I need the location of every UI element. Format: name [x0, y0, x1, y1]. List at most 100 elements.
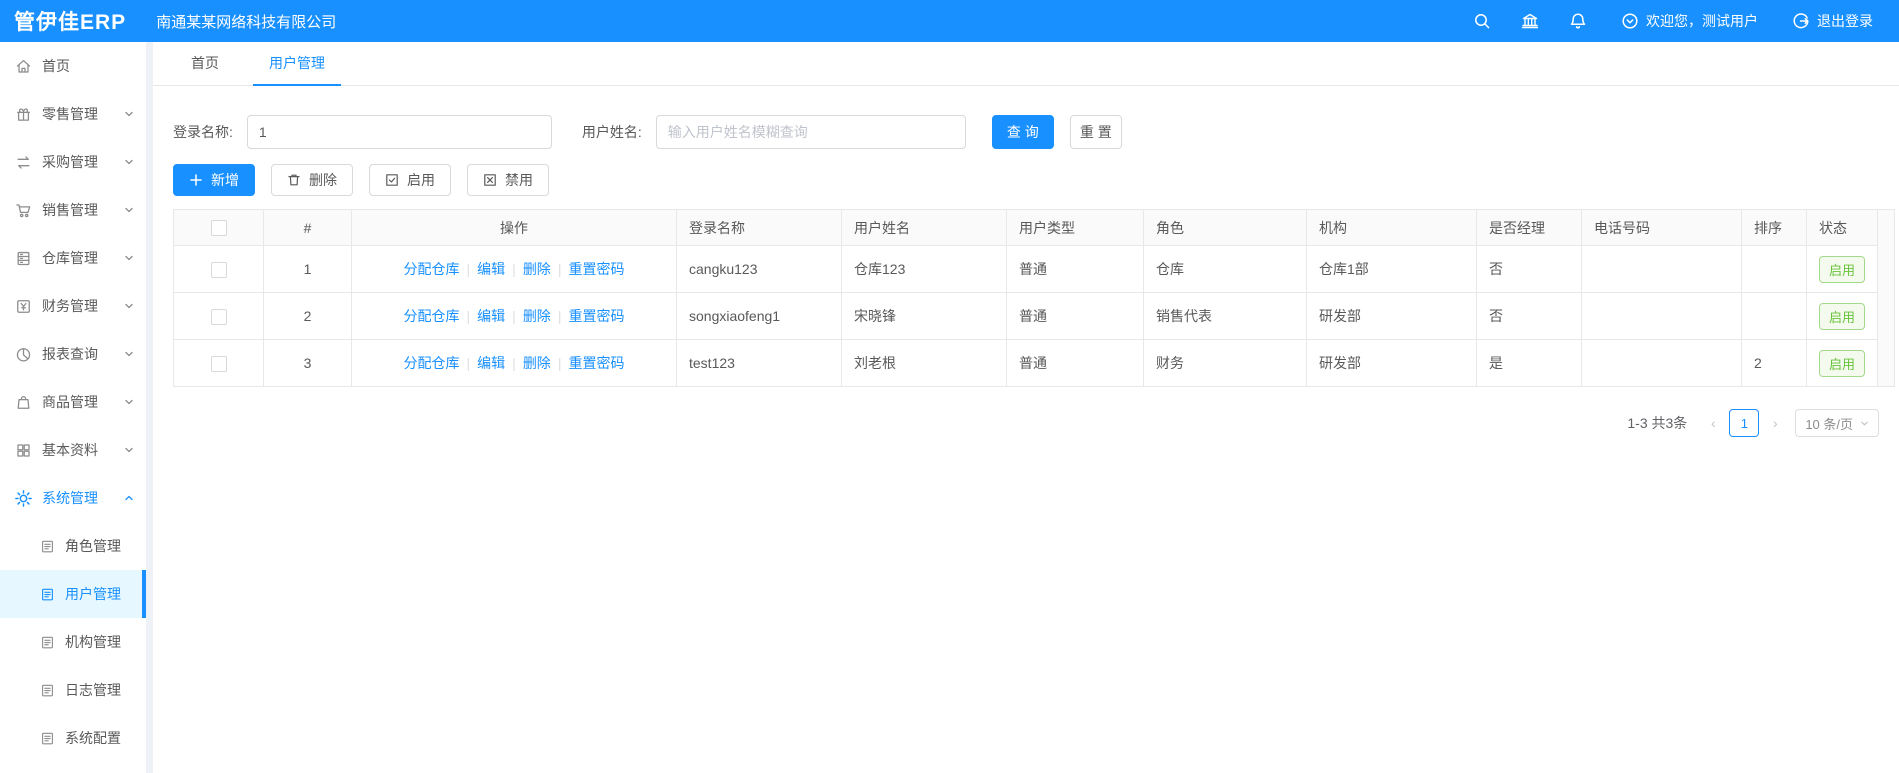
sidebar-item-finance[interactable]: 财务管理	[0, 282, 146, 330]
assign-warehouse-link[interactable]: 分配仓库	[404, 355, 460, 371]
search-button[interactable]: 查 询	[991, 115, 1054, 149]
sidebar-item-label: 报表查询	[42, 346, 98, 362]
grid-icon	[15, 442, 32, 459]
toolbar: 新增 删除 启用 禁用	[173, 164, 1879, 196]
user-circle-icon	[1621, 12, 1639, 30]
sidebar-item-system[interactable]: 系统管理	[0, 474, 146, 522]
delete-link[interactable]: 删除	[523, 261, 551, 277]
bell-icon[interactable]	[1569, 12, 1587, 30]
add-label: 新增	[211, 172, 239, 188]
user-name-input[interactable]	[655, 115, 966, 149]
table-header-row: # 操作 登录名称 用户姓名 用户类型 角色 机构 是否经理 电话号码 排序 状…	[173, 209, 1878, 246]
cell-type: 普通	[1006, 245, 1144, 293]
cell-index: 3	[263, 339, 352, 387]
table-scrollbar-gutter[interactable]	[1878, 209, 1895, 387]
assign-warehouse-link[interactable]: 分配仓库	[404, 261, 460, 277]
sidebar-item-basedata[interactable]: 基本资料	[0, 426, 146, 474]
cell-role: 仓库	[1143, 245, 1307, 293]
check-square-icon	[385, 173, 399, 187]
swap-icon	[15, 154, 32, 171]
current-page[interactable]: 1	[1729, 409, 1760, 437]
assign-warehouse-link[interactable]: 分配仓库	[404, 308, 460, 324]
reset-password-link[interactable]: 重置密码	[568, 261, 624, 277]
filter-form: 登录名称: 用户姓名: 查 询 重 置	[173, 115, 1879, 149]
chevron-down-icon	[124, 349, 134, 359]
delete-button[interactable]: 删除	[271, 164, 353, 196]
sidebar-subitem-config[interactable]: 系统配置	[0, 714, 146, 762]
document-icon	[40, 539, 55, 554]
table-row: 3 分配仓库 | 编辑 | 删除 | 重置密码 test123 刘老根 普通 财务 研发部 …	[173, 339, 1878, 387]
cell-role: 财务	[1143, 339, 1307, 387]
bank-icon[interactable]	[1521, 12, 1539, 30]
sidebar-subitem-roles[interactable]: 角色管理	[0, 522, 146, 570]
sidebar-subitem-logs[interactable]: 日志管理	[0, 666, 146, 714]
prev-page-icon[interactable]: ‹	[1703, 415, 1723, 431]
delete-link[interactable]: 删除	[523, 308, 551, 324]
page-size-value: 10 条/页	[1805, 416, 1853, 432]
cell-sort: 2	[1741, 339, 1807, 387]
sidebar-item-warehouse[interactable]: 仓库管理	[0, 234, 146, 282]
sidebar-subitem-label: 系统配置	[65, 730, 121, 746]
row-checkbox[interactable]	[210, 308, 227, 325]
sidebar-item-label: 财务管理	[42, 298, 98, 314]
op-separator: |	[466, 355, 471, 371]
next-page-icon[interactable]: ›	[1765, 415, 1785, 431]
logout-label: 退出登录	[1817, 13, 1873, 29]
chevron-down-icon	[124, 205, 134, 215]
select-all-checkbox[interactable]	[210, 220, 227, 237]
sidebar-item-label: 系统管理	[42, 490, 98, 506]
sidebar-subitem-orgs[interactable]: 机构管理	[0, 618, 146, 666]
reset-button[interactable]: 重 置	[1069, 115, 1122, 149]
cell-manager: 否	[1476, 292, 1582, 340]
status-badge[interactable]: 启用	[1818, 349, 1865, 377]
sidebar-item-label: 采购管理	[42, 154, 98, 170]
search-icon[interactable]	[1473, 12, 1491, 30]
chevron-down-icon	[124, 445, 134, 455]
add-button[interactable]: 新增	[173, 164, 255, 196]
col-role: 角色	[1143, 209, 1307, 246]
status-badge[interactable]: 启用	[1818, 255, 1865, 283]
sidebar-item-sales[interactable]: 销售管理	[0, 186, 146, 234]
disable-button[interactable]: 禁用	[467, 164, 549, 196]
company-name: 南通某某网络科技有限公司	[156, 13, 337, 31]
sidebar-item-home[interactable]: 首页	[0, 42, 146, 90]
reset-password-link[interactable]: 重置密码	[568, 308, 624, 324]
cell-name: 宋晓锋	[841, 292, 1007, 340]
login-name-label: 登录名称:	[173, 124, 233, 140]
user-name-label: 用户姓名:	[581, 124, 642, 140]
sidebar-item-reports[interactable]: 报表查询	[0, 330, 146, 378]
cell-org: 研发部	[1306, 292, 1477, 340]
cell-ops: 分配仓库 | 编辑 | 删除 | 重置密码	[351, 292, 677, 340]
cart-icon	[15, 202, 32, 219]
logout-button[interactable]: 退出登录	[1792, 11, 1873, 31]
sidebar-item-purchase[interactable]: 采购管理	[0, 138, 146, 186]
login-name-input[interactable]	[246, 115, 552, 149]
table-row: 1 分配仓库 | 编辑 | 删除 | 重置密码 cangku123 仓库123 普通 仓库 …	[173, 245, 1878, 293]
cell-phone	[1581, 245, 1742, 293]
gift-icon	[15, 106, 32, 123]
user-menu[interactable]: 欢迎您，测试用户	[1621, 11, 1758, 31]
sidebar-item-retail[interactable]: 零售管理	[0, 90, 146, 138]
chevron-down-icon	[124, 253, 134, 263]
delete-link[interactable]: 删除	[523, 355, 551, 371]
tab-bar: 首页 用户管理	[153, 42, 1899, 86]
reset-password-link[interactable]: 重置密码	[568, 355, 624, 371]
status-badge[interactable]: 启用	[1818, 302, 1865, 330]
page-size-select[interactable]: 10 条/页	[1795, 409, 1879, 437]
document-icon	[40, 587, 55, 602]
edit-link[interactable]: 编辑	[477, 261, 505, 277]
edit-link[interactable]: 编辑	[477, 355, 505, 371]
tab-user-management[interactable]: 用户管理	[253, 42, 341, 86]
sidebar-item-goods[interactable]: 商品管理	[0, 378, 146, 426]
cell-phone	[1581, 339, 1742, 387]
tab-home[interactable]: 首页	[175, 42, 235, 86]
op-separator: |	[466, 261, 471, 277]
cell-name: 刘老根	[841, 339, 1007, 387]
sidebar-subitem-users[interactable]: 用户管理	[0, 570, 146, 618]
enable-button[interactable]: 启用	[369, 164, 451, 196]
warehouse-icon	[15, 250, 32, 267]
row-checkbox[interactable]	[210, 355, 227, 372]
sidebar-item-label: 首页	[42, 58, 70, 74]
row-checkbox[interactable]	[210, 261, 227, 278]
edit-link[interactable]: 编辑	[477, 308, 505, 324]
